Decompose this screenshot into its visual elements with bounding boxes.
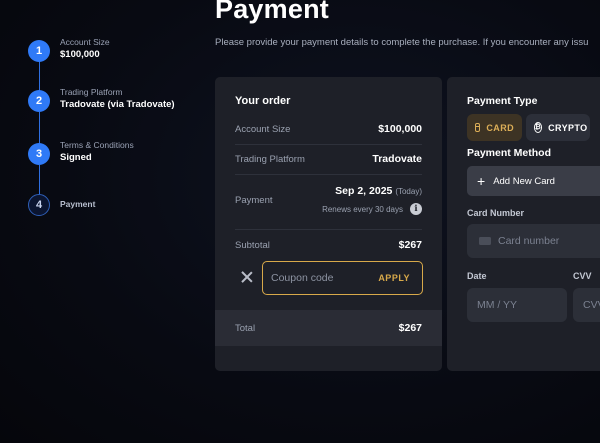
renewal-note: Renews every 30 days i [322, 203, 422, 215]
add-new-card-button[interactable]: + Add New Card [467, 166, 600, 196]
step-number: 2 [28, 90, 50, 112]
order-total-bar: Total $267 [215, 310, 442, 346]
step-label: Terms & Conditions [60, 140, 134, 150]
account-size-value: $100,000 [378, 123, 422, 135]
payment-type-card-button[interactable]: CARD [467, 114, 522, 141]
divider [235, 174, 422, 175]
date-label: Date [467, 271, 487, 281]
card-icon [475, 123, 481, 132]
step-number: 1 [28, 40, 50, 62]
divider [235, 229, 422, 230]
step-number: 3 [28, 143, 50, 165]
close-icon[interactable] [241, 271, 253, 283]
cvv-field [573, 288, 600, 322]
order-row-subtotal: Subtotal $267 [235, 239, 422, 251]
card-number-label: Card Number [467, 208, 525, 218]
page-title: Payment [215, 0, 329, 24]
payment-type-crypto-button[interactable]: ₿ CRYPTO [526, 114, 590, 141]
platform-label: Trading Platform [235, 153, 305, 165]
apply-coupon-button[interactable]: APPLY [378, 273, 410, 283]
card-number-field [467, 224, 600, 258]
renewal-text: Renews every 30 days [322, 204, 403, 214]
order-row-platform: Trading Platform Tradovate [235, 153, 422, 165]
step-value: Tradovate (via Tradovate) [60, 99, 175, 110]
payment-schedule: Sep 2, 2025 (Today) Renews every 30 days… [322, 185, 422, 215]
payment-date-value: Sep 2, 2025 [335, 185, 393, 197]
coupon-field: APPLY [262, 261, 423, 295]
payment-today: (Today) [395, 187, 422, 196]
page-subtitle: Please provide your payment details to c… [215, 37, 589, 48]
subtotal-value: $267 [398, 239, 422, 251]
step-value: Signed [60, 152, 92, 163]
step-label: Payment [60, 199, 96, 209]
card-number-input[interactable] [498, 235, 600, 247]
order-summary-card: Your order Account Size $100,000 Trading… [215, 77, 442, 371]
crypto-label: CRYPTO [548, 122, 588, 133]
order-title: Your order [235, 95, 291, 107]
order-row-account-size: Account Size $100,000 [235, 123, 422, 135]
payment-type-title: Payment Type [467, 95, 538, 107]
divider [235, 144, 422, 145]
payment-method-title: Payment Method [467, 147, 552, 159]
step-value: $100,000 [60, 49, 100, 60]
plus-icon: + [477, 173, 486, 189]
step-label: Trading Platform [60, 87, 123, 97]
payment-label: Payment [235, 194, 273, 206]
step-number: 4 [28, 194, 50, 216]
cvv-label: CVV [573, 271, 592, 281]
account-size-label: Account Size [235, 123, 291, 135]
subtotal-label: Subtotal [235, 239, 270, 251]
card-label: CARD [486, 122, 514, 133]
platform-value: Tradovate [372, 153, 422, 165]
order-row-payment: Payment Sep 2, 2025 (Today) Renews every… [235, 185, 422, 215]
payment-date: Sep 2, 2025 (Today) [322, 185, 422, 197]
expiry-date-field [467, 288, 567, 322]
coupon-input[interactable] [271, 272, 361, 284]
total-label: Total [235, 322, 256, 334]
info-icon[interactable]: i [410, 203, 422, 215]
add-card-label: Add New Card [493, 175, 555, 187]
payment-details-card: Payment Type CARD ₿ CRYPTO Payment Metho… [447, 77, 600, 371]
expiry-date-input[interactable] [477, 299, 567, 311]
step-label: Account Size [60, 37, 110, 47]
credit-card-icon [479, 237, 491, 245]
total-value: $267 [398, 322, 422, 334]
crypto-coin-icon: ₿ [534, 122, 543, 133]
cvv-input[interactable] [583, 299, 600, 311]
